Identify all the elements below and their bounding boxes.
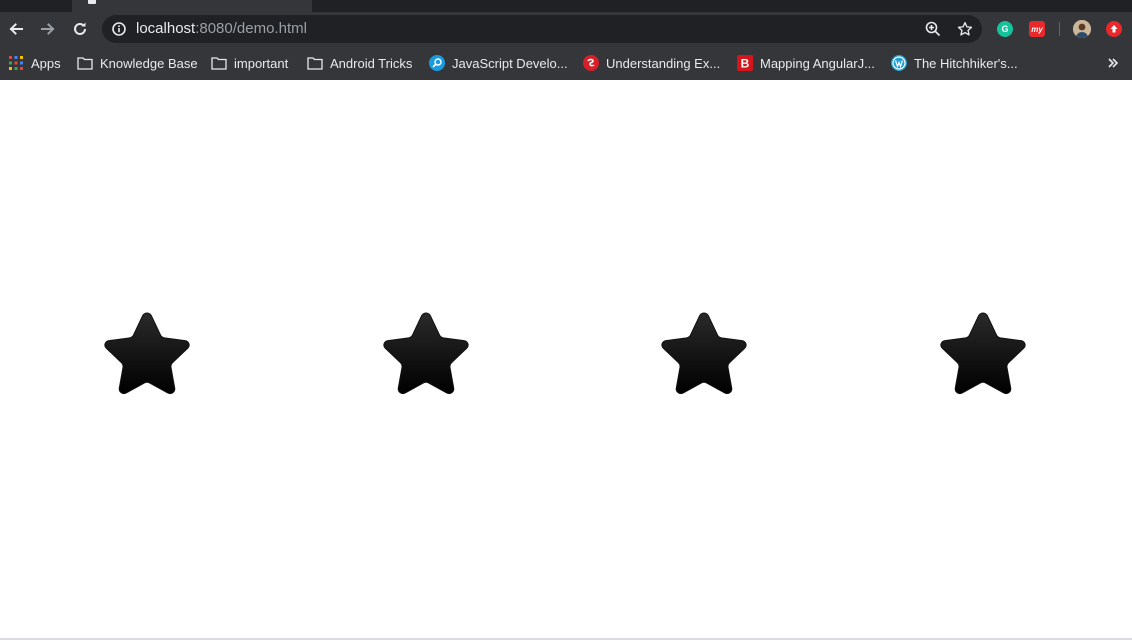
svg-text:B: B <box>741 57 750 71</box>
folder-icon <box>77 55 93 71</box>
tab-favicon-icon <box>88 0 96 4</box>
star-outline-icon <box>957 22 973 36</box>
red-extension-letter: my <box>1031 24 1043 34</box>
star-shape <box>104 312 190 394</box>
rating-star-1-icon[interactable] <box>103 310 191 396</box>
bookmark-label: JavaScript Develo... <box>452 55 568 71</box>
zoom-in-icon <box>925 21 941 37</box>
javascript-site-icon <box>429 55 445 71</box>
bookmark-important[interactable]: important <box>211 53 288 73</box>
star-shape <box>383 312 469 394</box>
url-text[interactable]: localhost:8080/demo.html <box>136 21 307 37</box>
bookmark-label: Android Tricks <box>330 55 413 71</box>
understanding-site-icon <box>583 55 599 71</box>
star-shape <box>661 312 747 394</box>
url-path: :8080/demo.html <box>195 20 307 37</box>
zoom-button[interactable] <box>924 20 942 38</box>
grammarly-letter: G <box>1001 24 1009 34</box>
bookmark-label: The Hitchhiker's... <box>914 55 1018 71</box>
address-bar[interactable]: localhost:8080/demo.html <box>102 15 982 43</box>
bookmark-android-tricks[interactable]: Android Tricks <box>307 53 412 73</box>
bookmark-label: Knowledge Base <box>100 55 198 71</box>
b-site-icon: B <box>737 55 753 71</box>
back-button[interactable] <box>4 17 28 41</box>
forward-button[interactable] <box>36 17 60 41</box>
wordpress-icon <box>891 55 907 71</box>
arrow-up-icon <box>1110 25 1118 33</box>
rating-star-4-icon[interactable] <box>939 310 1027 396</box>
arrow-left-icon <box>9 23 23 35</box>
tab-active[interactable] <box>72 0 312 12</box>
folder-icon <box>211 55 227 71</box>
avatar-icon <box>1073 20 1091 38</box>
arrow-right-icon <box>41 23 55 35</box>
folder-icon <box>307 55 323 71</box>
bookmark-javascript-develo[interactable]: JavaScript Develo... <box>429 53 568 73</box>
bookmark-star-button[interactable] <box>956 20 974 38</box>
bookmark-understanding-ex[interactable]: Understanding Ex... <box>583 53 720 73</box>
rating-star-3-icon[interactable] <box>660 310 748 396</box>
bookmark-label: Apps <box>31 55 61 71</box>
toolbar-divider <box>1059 22 1060 36</box>
bookmark-mapping-angularj[interactable]: B Mapping AngularJ... <box>737 53 875 73</box>
browser-toolbar: localhost:8080/demo.html G my <box>0 12 1132 46</box>
bookmark-apps[interactable]: Apps <box>8 53 61 73</box>
chevron-double-right-icon <box>1108 58 1119 68</box>
bookmark-the-hitchhikers[interactable]: The Hitchhiker's... <box>891 53 1018 73</box>
reload-button[interactable] <box>68 17 92 41</box>
red-extension-icon[interactable]: my <box>1029 21 1045 37</box>
update-extension-icon[interactable] <box>1106 21 1122 37</box>
star-shape <box>940 312 1026 394</box>
bookmark-label: important <box>234 55 289 71</box>
url-host: localhost <box>136 20 196 37</box>
bookmark-label: Mapping AngularJ... <box>760 55 875 71</box>
bookmarks-bar: Apps Knowledge Base important Android Tr… <box>0 46 1132 80</box>
profile-avatar[interactable] <box>1073 20 1091 38</box>
reload-icon <box>74 22 86 35</box>
tab-strip <box>0 0 1132 12</box>
grammarly-extension-icon[interactable]: G <box>997 21 1013 37</box>
page-content <box>0 80 1132 638</box>
bookmark-knowledge-base[interactable]: Knowledge Base <box>77 53 198 73</box>
bookmarks-overflow-button[interactable] <box>1104 53 1122 73</box>
rating-star-2-icon[interactable] <box>382 310 470 396</box>
bookmark-label: Understanding Ex... <box>606 55 721 71</box>
apps-grid-icon <box>8 55 24 71</box>
info-icon[interactable] <box>112 22 126 36</box>
